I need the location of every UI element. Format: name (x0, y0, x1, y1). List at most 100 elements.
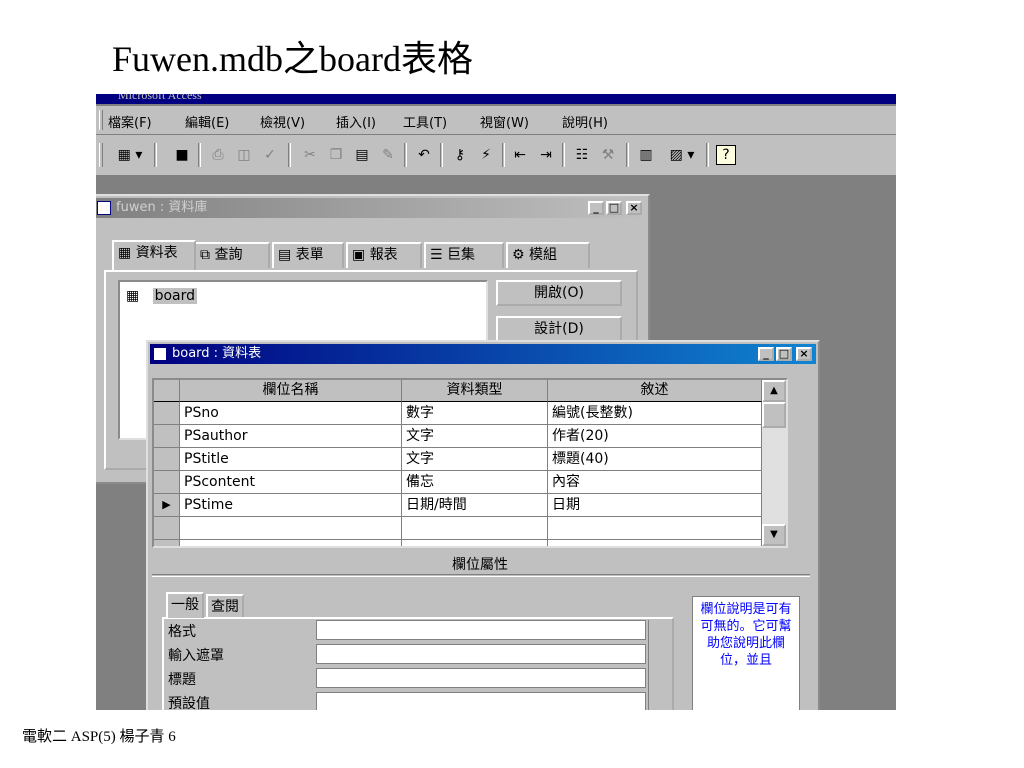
description-cell[interactable]: 標題(40) (548, 448, 762, 471)
menu-tools[interactable]: 工具(T) (403, 112, 447, 131)
field-name-cell[interactable] (180, 517, 402, 540)
menu-file[interactable]: 檔案(F) (108, 112, 152, 131)
new-object-icon[interactable]: ▨ ▾ (664, 145, 700, 165)
menu-view[interactable]: 檢視(V) (260, 112, 305, 131)
print-preview-icon[interactable]: ◫ (234, 145, 254, 165)
spelling-icon[interactable]: ✓ (260, 145, 280, 165)
menu-edit[interactable]: 編輯(E) (185, 112, 229, 131)
toolbar-separator (706, 143, 709, 167)
database-window-title-bar: fuwen : 資料庫 _ □ × (96, 198, 646, 218)
cut-icon[interactable]: ✂ (300, 145, 320, 165)
caption-field[interactable] (316, 668, 646, 688)
maximize-button[interactable]: □ (606, 201, 622, 215)
slide-footer: 電軟二 ASP(5) 楊子青 6 (22, 729, 176, 745)
close-button[interactable]: × (626, 201, 642, 215)
column-header-description: 敘述 (548, 380, 762, 402)
description-cell[interactable]: 日期 (548, 494, 762, 517)
field-name-cell[interactable]: PSauthor (180, 425, 402, 448)
field-name-cell[interactable]: PSno (180, 402, 402, 425)
row-selector[interactable] (154, 517, 180, 540)
access-screenshot: Microsoft Access 檔案(F) 編輯(E) 檢視(V) 插入(I)… (96, 94, 896, 710)
maximize-button[interactable]: □ (776, 347, 792, 361)
toolbar-separator (198, 143, 201, 167)
format-painter-icon[interactable]: ✎ (378, 145, 398, 165)
open-button[interactable]: 開啟(O) (496, 280, 622, 306)
indexes-icon[interactable]: ⚡ (476, 145, 496, 165)
toolbar-separator (562, 143, 565, 167)
table-window-title-bar: board : 資料表 _ □ × (150, 344, 816, 364)
list-item[interactable]: ▦ board (126, 288, 198, 304)
menu-insert[interactable]: 插入(I) (336, 112, 376, 131)
row-selector[interactable] (154, 471, 180, 494)
access-title-bar: Microsoft Access (96, 94, 896, 104)
database-window-icon[interactable]: ▥ (636, 145, 656, 165)
data-type-cell[interactable]: 文字 (402, 425, 548, 448)
tab-modules[interactable]: ⚙ 模組 (506, 242, 590, 268)
toolbar: ▦ ▾ ■ ⎙ ◫ ✓ ✂ ❐ ▤ ✎ ↶ ⚷ ⚡ ⇤ ⇥ ☷ ⚒ ▥ ▨ ▾ … (96, 135, 896, 176)
tab-macros[interactable]: ☰ 巨集 (424, 242, 504, 268)
description-cell[interactable]: 作者(20) (548, 425, 762, 448)
row-selector[interactable] (154, 425, 180, 448)
build-icon[interactable]: ⚒ (598, 145, 618, 165)
default-value-field[interactable] (316, 692, 646, 710)
delete-rows-icon[interactable]: ⇥ (536, 145, 556, 165)
data-type-cell[interactable]: 日期/時間 (402, 494, 548, 517)
field-name-cell[interactable]: PStime (180, 494, 402, 517)
toolbar-separator (288, 143, 291, 167)
minimize-button[interactable]: _ (588, 201, 604, 215)
properties-scrollbar[interactable] (648, 620, 669, 710)
field-name-cell[interactable]: PScontent (180, 471, 402, 494)
data-type-cell[interactable] (402, 540, 548, 546)
row-selector[interactable] (154, 448, 180, 471)
property-label: 預設值 (168, 696, 210, 710)
format-field[interactable] (316, 620, 646, 640)
property-label: 輸入遮罩 (168, 648, 224, 664)
save-icon[interactable]: ■ (172, 145, 192, 165)
copy-icon[interactable]: ❐ (326, 145, 346, 165)
tab-queries[interactable]: ⧉ 查詢 (194, 242, 270, 268)
primary-key-icon[interactable]: ⚷ (450, 145, 470, 165)
description-cell[interactable] (548, 517, 762, 540)
scroll-thumb[interactable] (762, 402, 786, 428)
paste-icon[interactable]: ▤ (352, 145, 372, 165)
insert-rows-icon[interactable]: ⇤ (510, 145, 530, 165)
input-mask-field[interactable] (316, 644, 646, 664)
data-type-cell[interactable] (402, 517, 548, 540)
menu-bar: 檔案(F) 編輯(E) 檢視(V) 插入(I) 工具(T) 視窗(W) 說明(H… (96, 106, 896, 135)
design-button[interactable]: 設計(D) (496, 316, 622, 342)
description-cell[interactable]: 編號(長整數) (548, 402, 762, 425)
print-icon[interactable]: ⎙ (208, 145, 228, 165)
description-cell[interactable] (548, 540, 762, 546)
divider (152, 574, 810, 577)
scroll-up-icon[interactable]: ▲ (762, 380, 786, 402)
tab-forms[interactable]: ▤ 表單 (272, 242, 344, 268)
current-row-indicator[interactable]: ▶ (154, 494, 180, 517)
description-cell[interactable]: 內容 (548, 471, 762, 494)
vertical-scrollbar[interactable]: ▲ ▼ (762, 380, 786, 546)
properties-icon[interactable]: ☷ (572, 145, 592, 165)
view-icon[interactable]: ▦ ▾ (110, 145, 150, 165)
help-icon[interactable]: ? (716, 145, 736, 165)
data-type-cell[interactable]: 文字 (402, 448, 548, 471)
property-label: 標題 (168, 672, 196, 688)
tab-lookup[interactable]: 查閱 (206, 594, 244, 618)
menu-window[interactable]: 視窗(W) (480, 112, 529, 131)
close-button[interactable]: × (796, 347, 812, 361)
tab-general[interactable]: 一般 (166, 592, 204, 618)
toolbar-grip (99, 143, 103, 167)
row-selector[interactable] (154, 402, 180, 425)
scroll-down-icon[interactable]: ▼ (762, 524, 786, 546)
field-grid: 欄位名稱 資料類型 敘述 PSno 數字 編號(長整數) PSauthor 文字… (152, 378, 788, 548)
tab-tables[interactable]: ▦ 資料表 (112, 240, 196, 270)
menu-help[interactable]: 說明(H) (562, 112, 608, 131)
field-name-cell[interactable]: PStitle (180, 448, 402, 471)
data-type-cell[interactable]: 備忘 (402, 471, 548, 494)
tab-reports[interactable]: ▣ 報表 (346, 242, 422, 268)
row-selector[interactable] (154, 540, 180, 546)
undo-icon[interactable]: ↶ (414, 145, 434, 165)
tab-label: 模組 (529, 247, 558, 263)
tab-label: 巨集 (447, 247, 476, 263)
data-type-cell[interactable]: 數字 (402, 402, 548, 425)
minimize-button[interactable]: _ (758, 347, 774, 361)
field-name-cell[interactable] (180, 540, 402, 546)
